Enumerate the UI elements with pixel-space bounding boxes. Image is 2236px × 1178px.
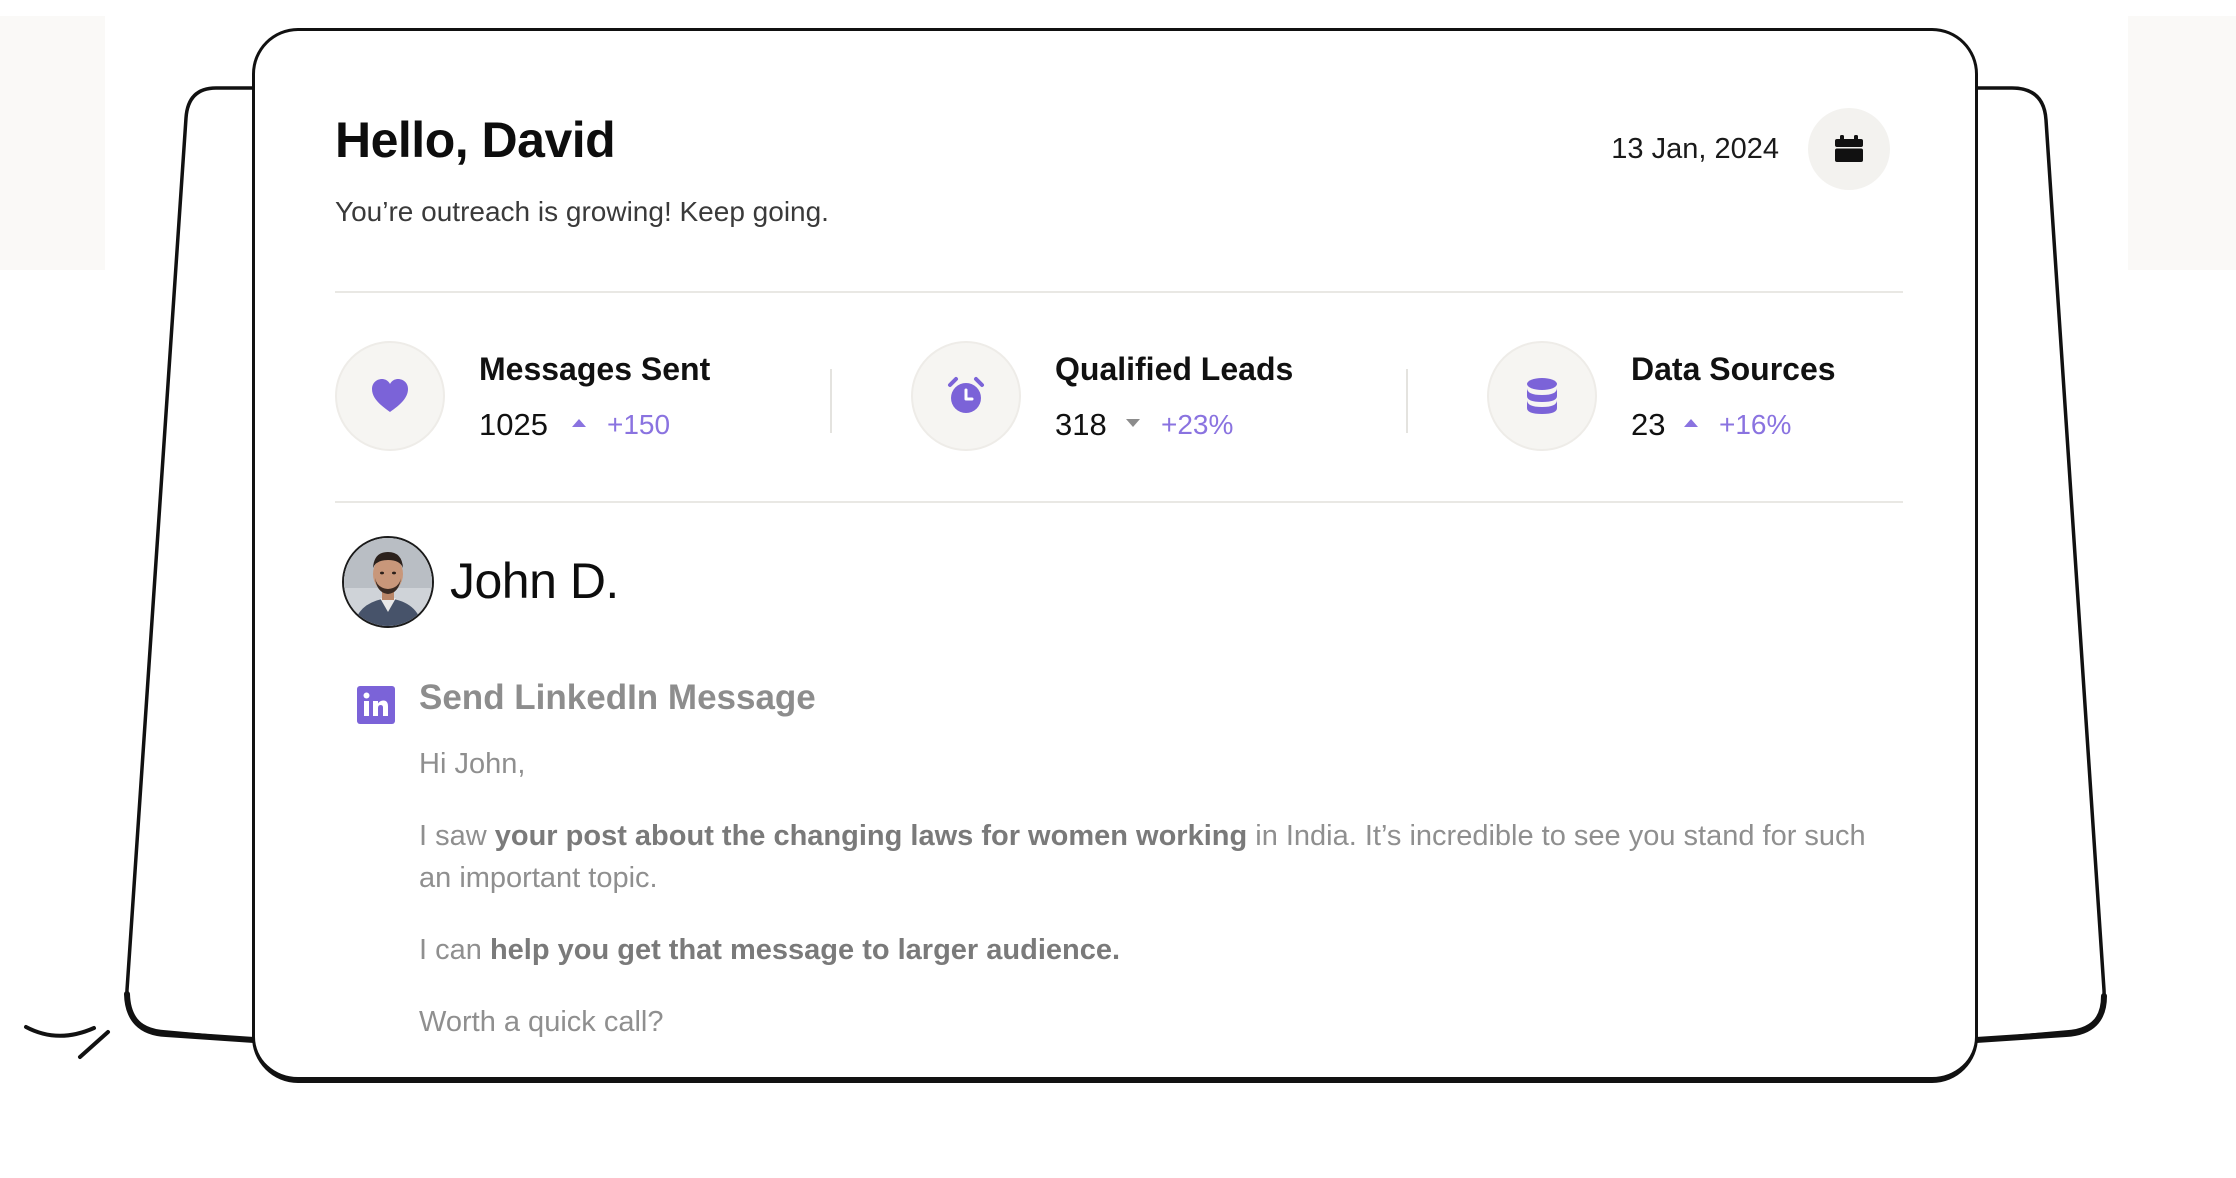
trend-up-icon (1684, 419, 1698, 427)
stat-label: Data Sources (1631, 351, 1836, 387)
calendar-icon (1835, 135, 1863, 162)
stat-value: 318 (1055, 407, 1107, 442)
alarm-clock-icon (948, 377, 984, 413)
message-paragraph-2: I can help you get that message to large… (419, 934, 1121, 966)
stat-change: +150 (607, 409, 671, 440)
stat-data-sources: Data Sources 23 +16% (1487, 341, 1975, 456)
avatar (342, 536, 434, 628)
message-action-title: Send LinkedIn Message (419, 678, 816, 717)
greeting-title: Hello, David (335, 112, 616, 168)
current-date: 13 Jan, 2024 (1611, 133, 1779, 165)
message-paragraph-3: Worth a quick call? (419, 1006, 664, 1038)
stat-value: 1025 (479, 407, 548, 442)
trend-down-icon (1126, 419, 1140, 427)
stat-value: 23 (1631, 407, 1666, 442)
contact-name: John D. (450, 553, 619, 609)
stat-change: +16% (1719, 409, 1792, 440)
stat-messages-sent: Messages Sent 1025 +150 (335, 341, 835, 456)
database-icon (1527, 378, 1557, 414)
stat-icon-circle (1487, 341, 1597, 451)
stat-change: +23% (1161, 409, 1234, 440)
stat-qualified-leads: Qualified Leads 318 +23% (911, 341, 1411, 456)
divider-top (335, 291, 1903, 293)
stat-label: Messages Sent (479, 351, 711, 387)
doodle-stroke-line (78, 1030, 110, 1059)
linkedin-icon (357, 686, 395, 724)
stat-icon-circle (335, 341, 445, 451)
message-body: Hi John, I saw your post about the chang… (419, 743, 1879, 1073)
greeting-subtitle: You’re outreach is growing! Keep going. (335, 196, 829, 227)
avatar-portrait (344, 538, 432, 626)
stat-label: Qualified Leads (1055, 351, 1294, 387)
stat-separator (830, 369, 832, 433)
heart-icon (372, 379, 408, 412)
stage: Hello, David You’re outreach is growing!… (0, 0, 2236, 1178)
doodle-stroke-curve (24, 1025, 96, 1038)
stat-icon-circle (911, 341, 1021, 451)
calendar-button[interactable] (1808, 108, 1890, 190)
message-paragraph-1: I saw your post about the changing laws … (419, 820, 1866, 894)
trend-up-icon (572, 419, 586, 427)
message-greeting: Hi John, (419, 748, 526, 780)
stat-separator (1406, 369, 1408, 433)
dashboard-card: Hello, David You’re outreach is growing!… (252, 28, 1978, 1083)
divider-bottom (335, 501, 1903, 503)
